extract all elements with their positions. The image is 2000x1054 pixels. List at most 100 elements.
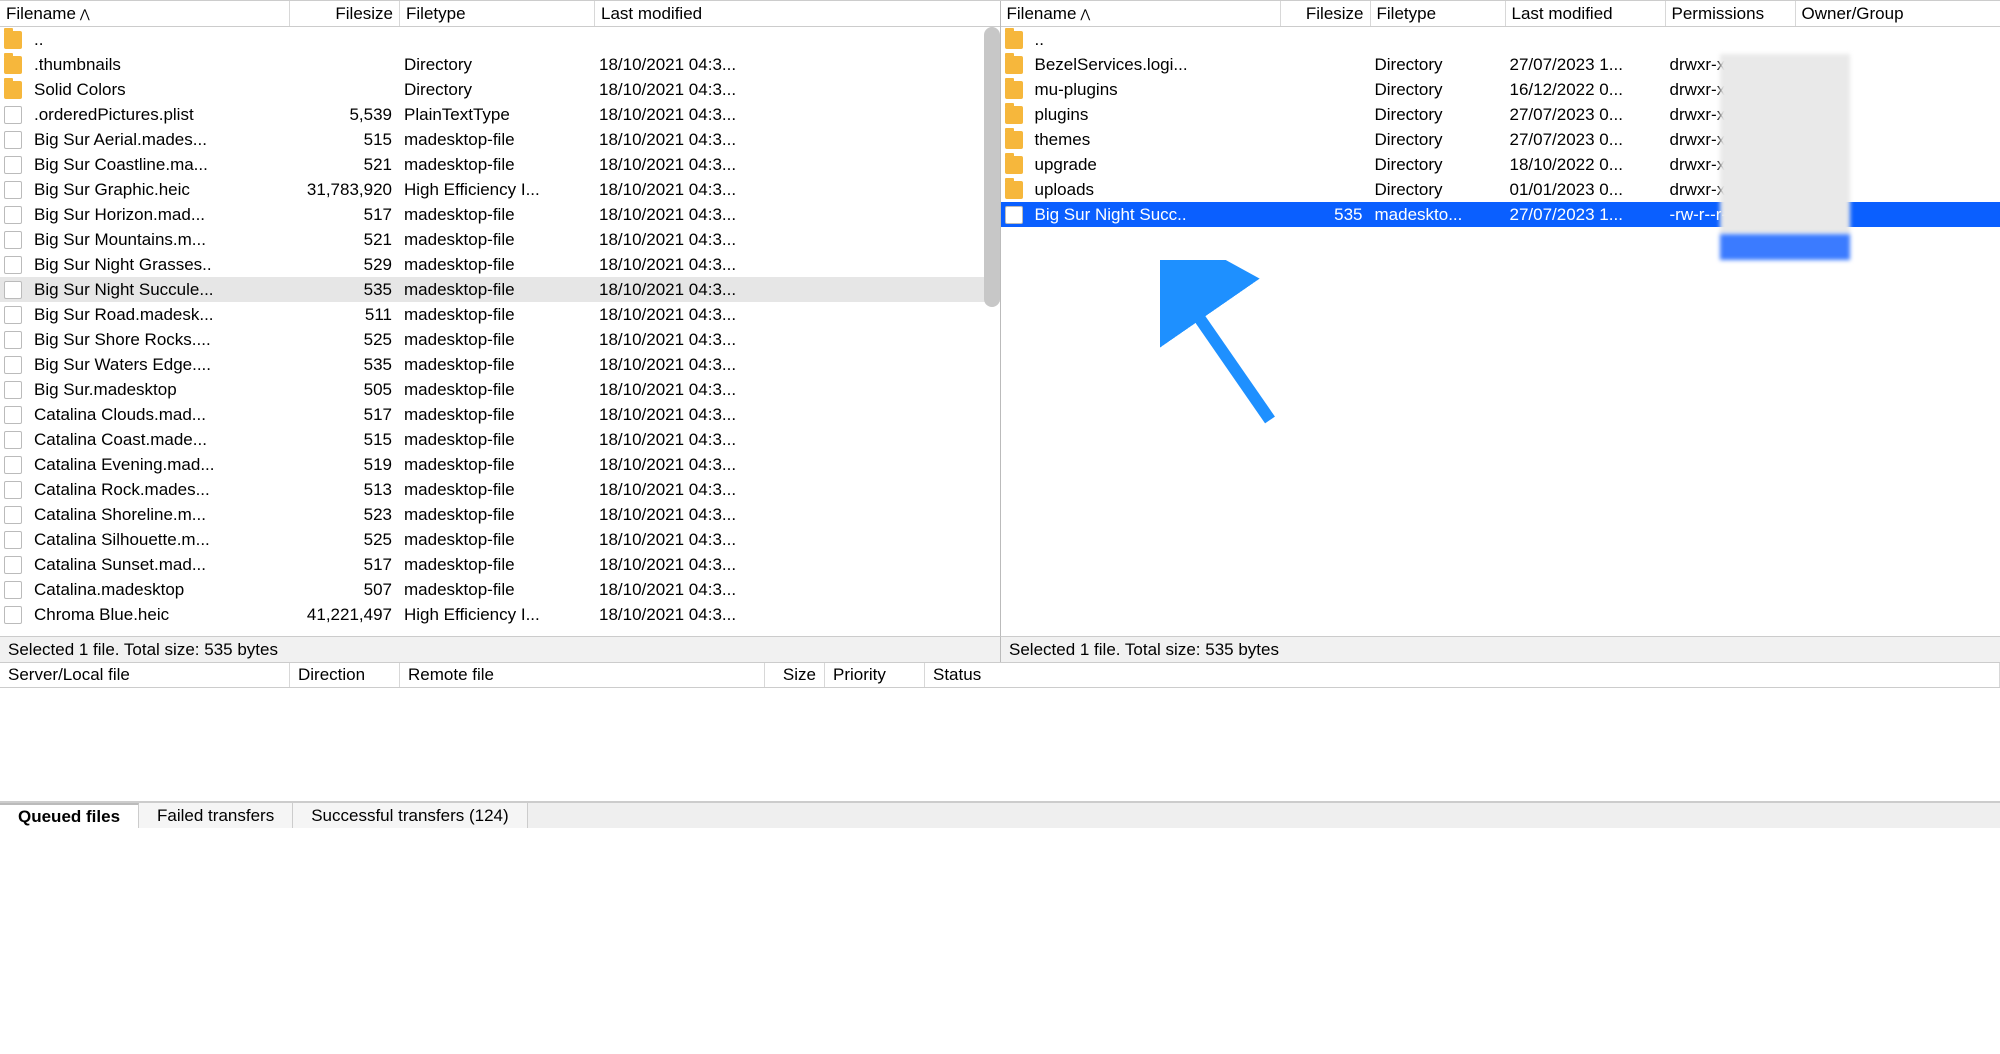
file-row[interactable]: upgradeDirectory18/10/2022 0...drwxr-xr-… (1001, 152, 2000, 177)
col-ownergroup[interactable]: Owner/Group (1796, 1, 2000, 26)
local-header-row[interactable]: Filename ⋀ Filesize Filetype Last modifi… (0, 1, 1000, 27)
file-row[interactable]: themesDirectory27/07/2023 0...drwxr-xr-x (1001, 127, 2000, 152)
cell-type: Directory (1369, 180, 1504, 200)
file-row[interactable]: Big Sur Horizon.mad...517madesktop-file1… (0, 202, 1000, 227)
cell-name: Catalina Evening.mad... (28, 455, 288, 475)
redacted-block (1720, 234, 1850, 260)
col-filetype[interactable]: Filetype (400, 1, 595, 26)
file-icon (4, 206, 22, 224)
file-row[interactable]: mu-pluginsDirectory16/12/2022 0...drwxr-… (1001, 77, 2000, 102)
file-row[interactable]: BezelServices.logi...Directory27/07/2023… (1001, 52, 2000, 77)
cell-size: 31,783,920 (288, 180, 398, 200)
file-row[interactable]: pluginsDirectory27/07/2023 0...drwxr-xr-… (1001, 102, 2000, 127)
cell-mod: 18/10/2021 04:3... (593, 180, 853, 200)
file-row[interactable]: Catalina Evening.mad...519madesktop-file… (0, 452, 1000, 477)
qcol-serverlocal[interactable]: Server/Local file (0, 663, 290, 687)
file-row[interactable]: uploadsDirectory01/01/2023 0...drwxr-xr-… (1001, 177, 2000, 202)
col-filetype[interactable]: Filetype (1371, 1, 1506, 26)
cell-name: Big Sur Night Grasses.. (28, 255, 288, 275)
transfer-tabs: Queued files Failed transfers Successful… (0, 802, 2000, 828)
file-row[interactable]: Catalina Shoreline.m...523madesktop-file… (0, 502, 1000, 527)
file-row[interactable]: Big Sur Coastline.ma...521madesktop-file… (0, 152, 1000, 177)
cell-type: madesktop-file (398, 480, 593, 500)
file-icon (4, 281, 22, 299)
file-row[interactable]: Catalina Clouds.mad...517madesktop-file1… (0, 402, 1000, 427)
cell-name: mu-plugins (1029, 80, 1279, 100)
file-row[interactable]: Catalina Rock.mades...513madesktop-file1… (0, 477, 1000, 502)
cell-name: uploads (1029, 180, 1279, 200)
scrollbar[interactable] (984, 27, 1000, 307)
remote-pane: Filename ⋀ Filesize Filetype Last modifi… (1001, 1, 2000, 636)
tab-successful[interactable]: Successful transfers (124) (293, 803, 527, 828)
queue-header[interactable]: Server/Local file Direction Remote file … (0, 662, 2000, 688)
cell-size: 517 (288, 555, 398, 575)
cell-name: Catalina Rock.mades... (28, 480, 288, 500)
qcol-status[interactable]: Status (925, 663, 2000, 687)
col-permissions[interactable]: Permissions (1666, 1, 1796, 26)
cell-name: Catalina Shoreline.m... (28, 505, 288, 525)
cell-mod: 18/10/2021 04:3... (593, 205, 853, 225)
file-row[interactable]: Catalina Coast.made...515madesktop-file1… (0, 427, 1000, 452)
file-row[interactable]: Big Sur Night Succ..535madeskto...27/07/… (1001, 202, 2000, 227)
tab-queued[interactable]: Queued files (0, 803, 139, 828)
cell-name: Big Sur Coastline.ma... (28, 155, 288, 175)
cell-size: 521 (288, 155, 398, 175)
file-row[interactable]: .. (1001, 27, 2000, 52)
col-lastmodified[interactable]: Last modified (1506, 1, 1666, 26)
remote-header-row[interactable]: Filename ⋀ Filesize Filetype Last modifi… (1001, 1, 2000, 27)
col-lastmodified[interactable]: Last modified (595, 1, 1000, 26)
file-row[interactable]: Chroma Blue.heic41,221,497High Efficienc… (0, 602, 1000, 627)
file-icon (4, 331, 22, 349)
sort-asc-icon: ⋀ (80, 7, 90, 21)
qcol-size[interactable]: Size (765, 663, 825, 687)
file-row[interactable]: Catalina.madesktop507madesktop-file18/10… (0, 577, 1000, 602)
col-filename-label: Filename (1007, 4, 1077, 24)
file-row[interactable]: Big Sur Night Succule...535madesktop-fil… (0, 277, 1000, 302)
file-row[interactable]: Big Sur Night Grasses..529madesktop-file… (0, 252, 1000, 277)
cell-mod: 18/10/2021 04:3... (593, 355, 853, 375)
file-row[interactable]: Big Sur Mountains.m...521madesktop-file1… (0, 227, 1000, 252)
cell-name: .orderedPictures.plist (28, 105, 288, 125)
qcol-direction[interactable]: Direction (290, 663, 400, 687)
cell-name: Big Sur Shore Rocks.... (28, 330, 288, 350)
folder-icon (1005, 56, 1023, 74)
col-filename[interactable]: Filename ⋀ (0, 1, 290, 26)
cell-mod: 18/10/2021 04:3... (593, 105, 853, 125)
file-row[interactable]: Big Sur.madesktop505madesktop-file18/10/… (0, 377, 1000, 402)
cell-type: Directory (1369, 80, 1504, 100)
cell-type: madesktop-file (398, 130, 593, 150)
file-row[interactable]: Big Sur Road.madesk...511madesktop-file1… (0, 302, 1000, 327)
cell-name: Big Sur Mountains.m... (28, 230, 288, 250)
folder-icon (4, 81, 22, 99)
file-row[interactable]: Big Sur Graphic.heic31,783,920High Effic… (0, 177, 1000, 202)
file-row[interactable]: Catalina Silhouette.m...525madesktop-fil… (0, 527, 1000, 552)
cell-size: 521 (288, 230, 398, 250)
cell-mod: 18/10/2021 04:3... (593, 430, 853, 450)
col-filesize[interactable]: Filesize (290, 1, 400, 26)
file-row[interactable]: Big Sur Aerial.mades...515madesktop-file… (0, 127, 1000, 152)
tab-failed[interactable]: Failed transfers (139, 803, 293, 828)
qcol-remotefile[interactable]: Remote file (400, 663, 765, 687)
cell-size: 515 (288, 130, 398, 150)
cell-type: madesktop-file (398, 305, 593, 325)
file-row[interactable]: .thumbnailsDirectory18/10/2021 04:3... (0, 52, 1000, 77)
file-row[interactable]: Solid ColorsDirectory18/10/2021 04:3... (0, 77, 1000, 102)
cell-mod: 18/10/2021 04:3... (593, 555, 853, 575)
file-row[interactable]: Big Sur Waters Edge....535madesktop-file… (0, 352, 1000, 377)
remote-file-list[interactable]: ..BezelServices.logi...Directory27/07/20… (1001, 27, 2000, 636)
file-row[interactable]: Catalina Sunset.mad...517madesktop-file1… (0, 552, 1000, 577)
cell-type: Directory (1369, 155, 1504, 175)
qcol-priority[interactable]: Priority (825, 663, 925, 687)
file-row[interactable]: Big Sur Shore Rocks....525madesktop-file… (0, 327, 1000, 352)
col-filename[interactable]: Filename ⋀ (1001, 1, 1281, 26)
file-row[interactable]: .. (0, 27, 1000, 52)
file-row[interactable]: .orderedPictures.plist5,539PlainTextType… (0, 102, 1000, 127)
cell-mod: 18/10/2021 04:3... (593, 580, 853, 600)
col-filesize[interactable]: Filesize (1281, 1, 1371, 26)
local-file-list[interactable]: ...thumbnailsDirectory18/10/2021 04:3...… (0, 27, 1000, 636)
file-icon (4, 606, 22, 624)
col-filename-label: Filename (6, 4, 76, 24)
cell-size: 529 (288, 255, 398, 275)
queue-body[interactable] (0, 688, 2000, 802)
cell-type: madesktop-file (398, 580, 593, 600)
